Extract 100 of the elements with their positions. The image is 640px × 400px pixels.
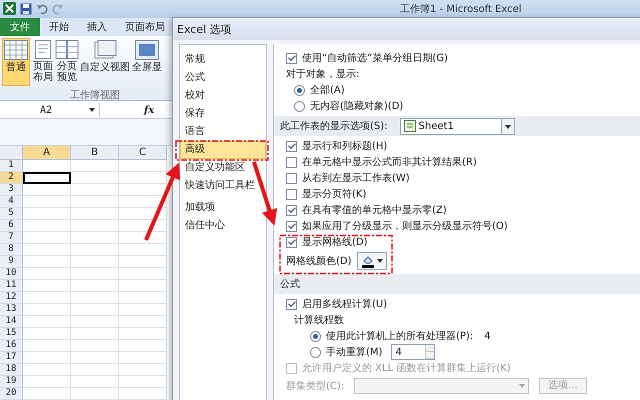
- save-icon[interactable]: [20, 2, 32, 15]
- cell[interactable]: [71, 340, 119, 352]
- cell[interactable]: [23, 280, 71, 292]
- ribbon-tab[interactable]: 文件: [0, 18, 40, 36]
- cell[interactable]: [23, 256, 71, 268]
- row-header[interactable]: 2: [0, 172, 23, 184]
- nav-item[interactable]: 语言: [180, 123, 266, 141]
- cell[interactable]: [23, 352, 71, 364]
- cell[interactable]: [23, 328, 71, 340]
- cell[interactable]: [71, 352, 119, 364]
- cell[interactable]: [119, 196, 167, 208]
- cell[interactable]: [71, 184, 119, 196]
- select-all-corner[interactable]: [0, 146, 23, 160]
- cell[interactable]: [71, 172, 119, 184]
- row-header[interactable]: 4: [0, 196, 23, 208]
- nav-item[interactable]: 信任中心: [180, 217, 266, 235]
- cell[interactable]: [71, 196, 119, 208]
- cell[interactable]: [23, 388, 71, 400]
- cell[interactable]: [23, 220, 71, 232]
- cell[interactable]: [119, 316, 167, 328]
- cell[interactable]: [23, 268, 71, 280]
- cell[interactable]: [119, 172, 167, 184]
- cell[interactable]: [23, 364, 71, 376]
- row-header[interactable]: 1: [0, 160, 23, 172]
- cell[interactable]: [71, 208, 119, 220]
- row-header[interactable]: 20: [0, 388, 23, 400]
- row-header[interactable]: 18: [0, 364, 23, 376]
- cell[interactable]: [71, 256, 119, 268]
- nav-item[interactable]: 保存: [180, 105, 266, 123]
- cell[interactable]: [119, 208, 167, 220]
- cell[interactable]: [23, 244, 71, 256]
- cell[interactable]: [23, 184, 71, 196]
- radio-button[interactable]: [310, 346, 321, 358]
- nav-item[interactable]: 加载项: [180, 199, 266, 217]
- row-header[interactable]: 10: [0, 268, 23, 280]
- nav-item[interactable]: 公式: [180, 69, 266, 87]
- nav-item[interactable]: 常规: [180, 51, 266, 69]
- radio-button[interactable]: [310, 330, 321, 342]
- cell[interactable]: [119, 328, 167, 340]
- cell[interactable]: [23, 316, 71, 328]
- radio-button[interactable]: [294, 84, 305, 96]
- radio-button[interactable]: [294, 100, 305, 112]
- cell[interactable]: [119, 340, 167, 352]
- checkbox[interactable]: [286, 172, 297, 184]
- checkbox[interactable]: [286, 140, 297, 152]
- row-header[interactable]: 5: [0, 208, 23, 220]
- checkbox[interactable]: [286, 236, 297, 248]
- cell[interactable]: [119, 352, 167, 364]
- cell[interactable]: [71, 232, 119, 244]
- cell[interactable]: [119, 232, 167, 244]
- cell[interactable]: [119, 268, 167, 280]
- cell[interactable]: [119, 292, 167, 304]
- cell[interactable]: [23, 292, 71, 304]
- sheet-dropdown[interactable]: Sheet1: [400, 118, 515, 134]
- view-button[interactable]: 自定义视图: [80, 38, 130, 86]
- nav-item[interactable]: 自定义功能区: [180, 159, 266, 177]
- thread-count-spinner[interactable]: 4: [391, 344, 436, 360]
- row-header[interactable]: 12: [0, 292, 23, 304]
- row-header[interactable]: 11: [0, 280, 23, 292]
- cell[interactable]: [23, 340, 71, 352]
- cell[interactable]: [71, 364, 119, 376]
- ribbon-tab[interactable]: 页面布局: [116, 18, 174, 36]
- color-picker-button[interactable]: [356, 252, 387, 270]
- row-header[interactable]: 17: [0, 352, 23, 364]
- ribbon-tab[interactable]: 插入: [78, 18, 116, 36]
- cell[interactable]: [71, 328, 119, 340]
- cell[interactable]: [23, 304, 71, 316]
- checkbox[interactable]: [286, 156, 297, 168]
- undo-icon[interactable]: [36, 2, 48, 15]
- cell[interactable]: [119, 220, 167, 232]
- ribbon-tab[interactable]: 开始: [40, 18, 78, 36]
- view-button[interactable]: 全屏显: [132, 38, 162, 86]
- row-header[interactable]: 19: [0, 376, 23, 388]
- checkbox[interactable]: [286, 188, 297, 200]
- nav-item[interactable]: 快速访问工具栏: [180, 177, 266, 195]
- column-header[interactable]: B: [71, 146, 119, 160]
- cell[interactable]: [71, 268, 119, 280]
- cell[interactable]: [119, 388, 167, 400]
- column-header[interactable]: A: [23, 146, 71, 160]
- cell[interactable]: [71, 280, 119, 292]
- cell[interactable]: [71, 388, 119, 400]
- cell[interactable]: [71, 244, 119, 256]
- view-button[interactable]: 分页预览: [56, 38, 78, 86]
- view-button[interactable]: 普通: [2, 38, 30, 86]
- cell[interactable]: [119, 364, 167, 376]
- cell[interactable]: [23, 208, 71, 220]
- cell[interactable]: [23, 196, 71, 208]
- cell[interactable]: [23, 232, 71, 244]
- name-box[interactable]: A2: [0, 103, 100, 118]
- cell[interactable]: [119, 244, 167, 256]
- nav-item[interactable]: 校对: [180, 87, 266, 105]
- row-header[interactable]: 7: [0, 232, 23, 244]
- cell[interactable]: [119, 160, 167, 172]
- cell[interactable]: [71, 292, 119, 304]
- cell[interactable]: [119, 184, 167, 196]
- cell[interactable]: [23, 160, 71, 172]
- view-button[interactable]: 页面布局: [32, 38, 54, 86]
- row-header[interactable]: 3: [0, 184, 23, 196]
- cell[interactable]: [71, 220, 119, 232]
- cell[interactable]: [71, 316, 119, 328]
